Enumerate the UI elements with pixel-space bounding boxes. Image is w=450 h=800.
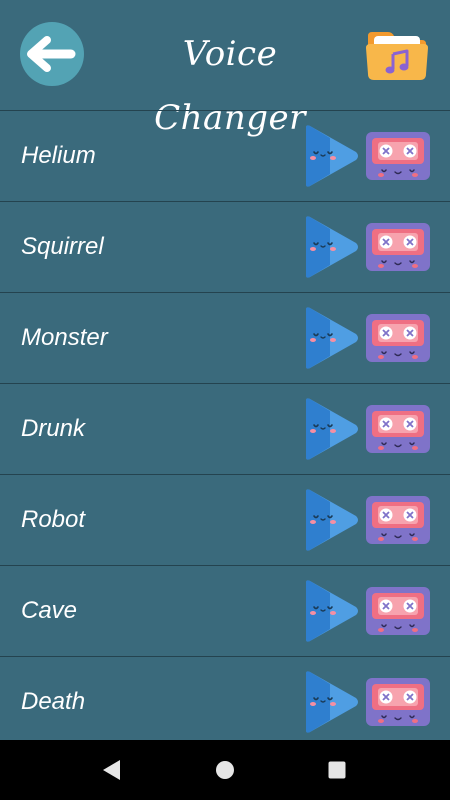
nav-recents-icon [328,761,346,779]
voice-label: Cave [21,597,78,624]
voice-effects-list: Helium Squirrel Monster Drunk Robot Cave… [0,110,450,740]
voice-row-helium: Helium [0,110,450,201]
music-folder-button[interactable] [362,26,432,84]
play-button[interactable] [296,488,360,552]
music-folder-icon [366,32,428,80]
cassette-icon [366,587,430,635]
save-recording-button[interactable] [364,221,432,273]
nav-home-icon [216,761,234,779]
back-button[interactable] [20,22,84,86]
play-icon [306,398,358,460]
voice-changer-screen: Voice Changer Helium Squirrel Monster Dr… [0,0,450,740]
arrow-left-icon [27,36,76,72]
play-button[interactable] [296,215,360,279]
voice-row-drunk: Drunk [0,383,450,474]
voice-row-robot: Robot [0,474,450,565]
voice-label: Drunk [21,415,86,442]
cassette-icon [366,223,430,271]
voice-row-monster: Monster [0,292,450,383]
voice-row-death: Death [0,656,450,740]
header: Voice Changer [0,0,450,138]
save-recording-button[interactable] [364,676,432,728]
nav-recents-button[interactable] [322,755,352,785]
cassette-icon [366,678,430,726]
play-icon [306,671,358,733]
voice-label: Squirrel [21,233,104,260]
cassette-icon [366,314,430,362]
play-button[interactable] [296,124,360,188]
cassette-icon [366,496,430,544]
voice-label: Helium [21,142,96,169]
play-button[interactable] [296,670,360,734]
voice-row-squirrel: Squirrel [0,201,450,292]
play-icon [306,307,358,369]
page-title: Voice Changer [154,34,306,138]
save-recording-button[interactable] [364,130,432,182]
voice-label: Robot [21,506,86,533]
system-navigation-bar [0,740,450,800]
nav-back-button[interactable] [96,755,126,785]
save-recording-button[interactable] [364,494,432,546]
save-recording-button[interactable] [364,403,432,455]
voice-row-cave: Cave [0,565,450,656]
nav-home-button[interactable] [210,755,240,785]
play-button[interactable] [296,306,360,370]
play-icon [306,125,358,187]
save-recording-button[interactable] [364,312,432,364]
play-icon [306,580,358,642]
voice-label: Monster [21,324,108,351]
play-button[interactable] [296,397,360,461]
cassette-icon [366,405,430,453]
cassette-icon [366,132,430,180]
nav-back-icon [103,760,120,780]
save-recording-button[interactable] [364,585,432,637]
voice-label: Death [21,688,86,715]
play-button[interactable] [296,579,360,643]
play-icon [306,489,358,551]
play-icon [306,216,358,278]
